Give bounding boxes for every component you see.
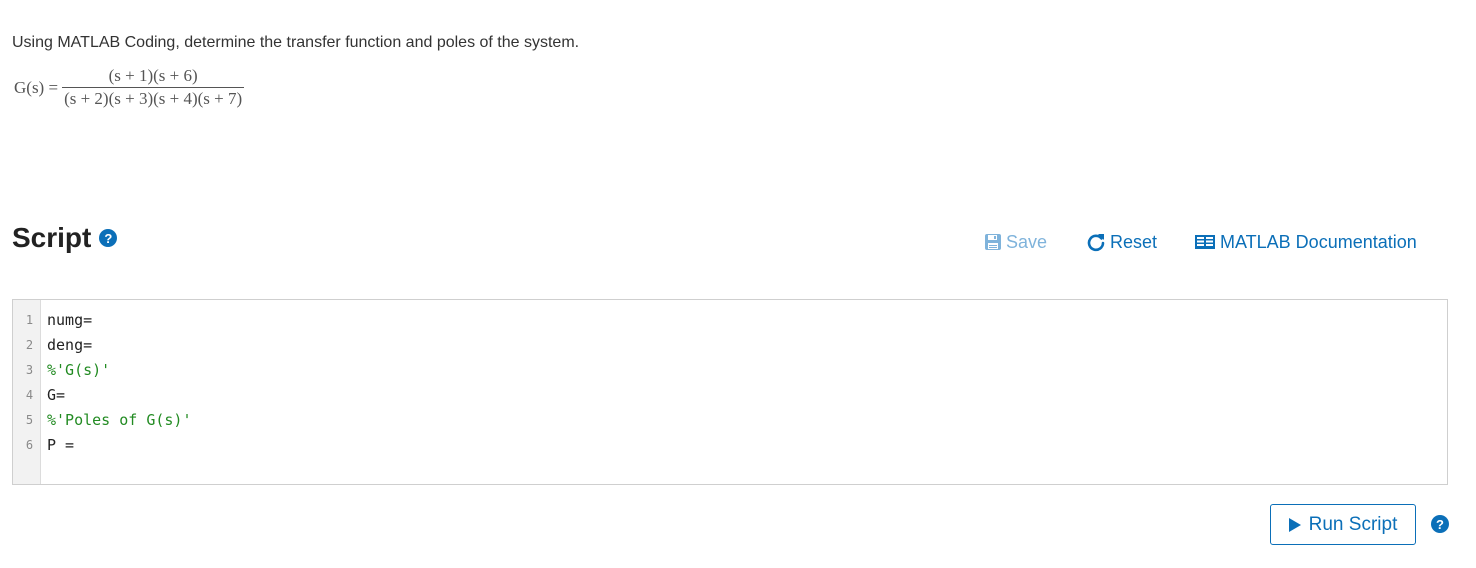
line-number: 4 xyxy=(25,388,34,402)
question-circle-icon[interactable]: ? xyxy=(1431,515,1449,533)
line-number: 6 xyxy=(25,438,34,452)
line-number-gutter: 1 2 3 4 5 6 xyxy=(13,300,41,484)
transfer-function-equation: G(s) = (s + 1)(s + 6) (s + 2)(s + 3)(s +… xyxy=(14,66,245,109)
line-number: 2 xyxy=(25,338,34,352)
run-script-label: Run Script xyxy=(1308,513,1398,535)
play-icon xyxy=(1288,517,1301,532)
question-circle-icon[interactable]: ? xyxy=(99,229,118,247)
script-heading: Script ? xyxy=(12,222,118,254)
script-title: Script xyxy=(12,222,92,253)
floppy-disk-icon xyxy=(984,233,1002,251)
equation-lhs: G(s) = xyxy=(14,77,59,97)
line-number: 3 xyxy=(25,363,34,377)
code-line[interactable]: G= xyxy=(47,383,1447,408)
book-icon xyxy=(1194,233,1216,251)
code-area[interactable]: numg= deng= %'G(s)' G= %'Poles of G(s)' … xyxy=(41,300,1447,484)
documentation-label: MATLAB Documentation xyxy=(1220,231,1417,252)
run-script-button[interactable]: Run Script xyxy=(1270,504,1416,545)
code-line-comment[interactable]: %'G(s)' xyxy=(47,358,1447,383)
equation-numerator: (s + 1)(s + 6) xyxy=(62,66,245,88)
code-line[interactable]: deng= xyxy=(47,333,1447,358)
refresh-icon xyxy=(1086,232,1106,252)
save-button[interactable]: Save xyxy=(984,230,1047,254)
equation-denominator: (s + 2)(s + 3)(s + 4)(s + 7) xyxy=(64,89,243,108)
save-label: Save xyxy=(1006,231,1048,252)
line-number: 5 xyxy=(25,413,34,427)
problem-statement: Using MATLAB Coding, determine the trans… xyxy=(12,34,580,51)
equation-fraction: (s + 1)(s + 6) (s + 2)(s + 3)(s + 4)(s +… xyxy=(62,66,245,109)
code-line-comment[interactable]: %'Poles of G(s)' xyxy=(47,408,1447,433)
reset-label: Reset xyxy=(1110,231,1158,252)
code-editor[interactable]: 1 2 3 4 5 6 numg= deng= %'G(s)' G= %'Pol… xyxy=(12,299,1448,485)
line-number: 1 xyxy=(25,313,34,327)
code-line[interactable]: P = xyxy=(47,433,1447,458)
code-line[interactable]: numg= xyxy=(47,308,1447,333)
reset-button[interactable]: Reset xyxy=(1086,230,1157,254)
matlab-documentation-link[interactable]: MATLAB Documentation xyxy=(1194,230,1417,254)
